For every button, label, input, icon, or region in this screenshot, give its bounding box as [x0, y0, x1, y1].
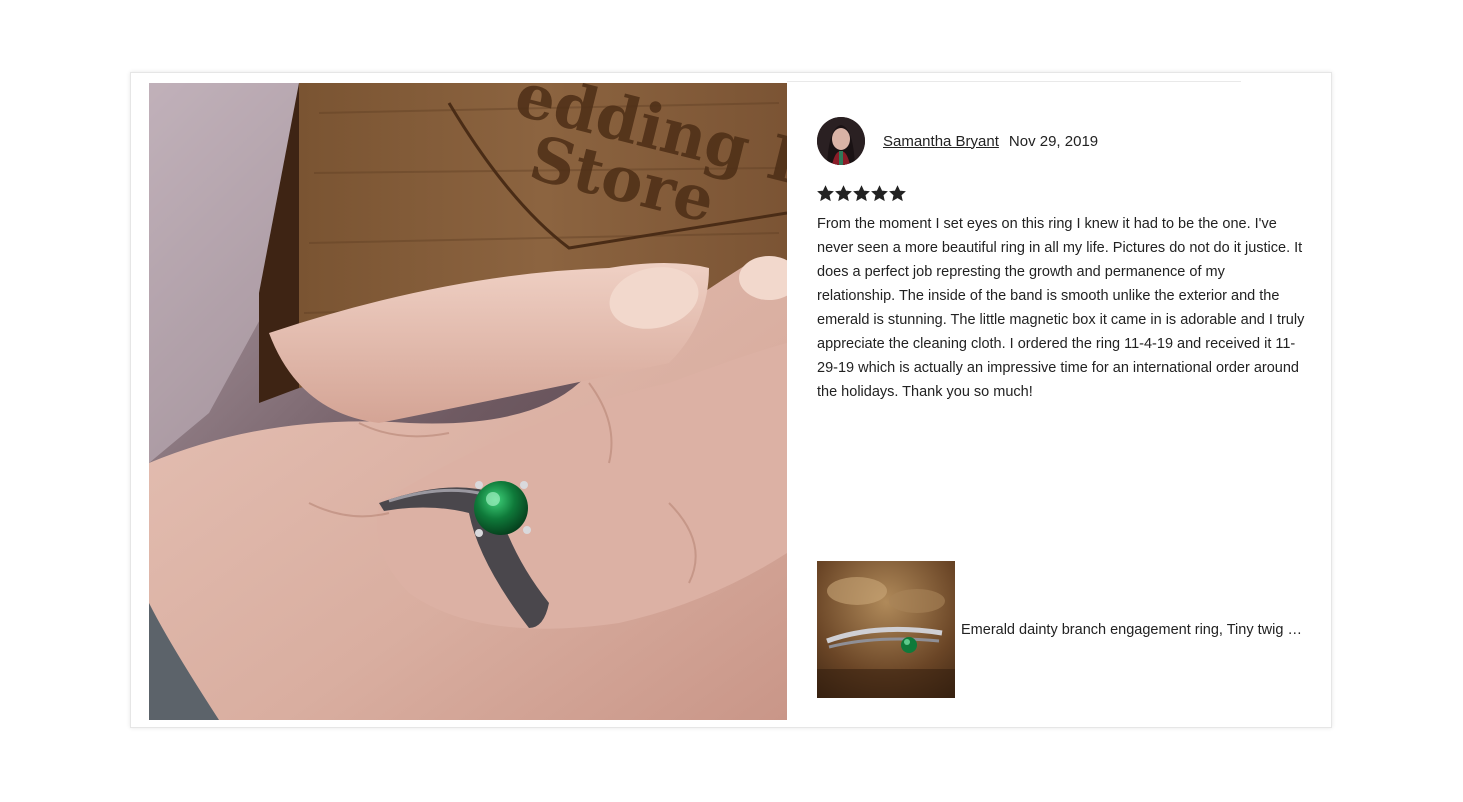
- star-icon: [871, 185, 888, 202]
- divider: [787, 81, 1241, 82]
- review-text: From the moment I set eyes on this ring …: [817, 216, 1305, 400]
- star-icon: [889, 185, 906, 202]
- listing-link[interactable]: Emerald dainty branch engagement ring, T…: [817, 561, 1307, 698]
- review-details: Samantha Bryant Nov 29, 2019 From the mo…: [817, 117, 1307, 404]
- page: edding Rin Store Samantha Bryant Nov 29,…: [0, 0, 1463, 802]
- review-photo[interactable]: edding Rin Store: [149, 83, 787, 720]
- star-icon: [835, 185, 852, 202]
- review-date: Nov 29, 2019: [1008, 132, 1099, 150]
- listing-thumbnail[interactable]: [817, 561, 955, 698]
- star-icon: [817, 185, 834, 202]
- star-rating: [817, 185, 1307, 205]
- star-icon: [853, 185, 870, 202]
- author-row: Samantha Bryant Nov 29, 2019: [817, 117, 1307, 165]
- review-card: edding Rin Store Samantha Bryant Nov 29,…: [130, 72, 1332, 728]
- listing-title[interactable]: Emerald dainty branch engagement ring, T…: [961, 622, 1303, 638]
- author-name-link[interactable]: Samantha Bryant: [883, 133, 999, 150]
- avatar[interactable]: [817, 117, 865, 165]
